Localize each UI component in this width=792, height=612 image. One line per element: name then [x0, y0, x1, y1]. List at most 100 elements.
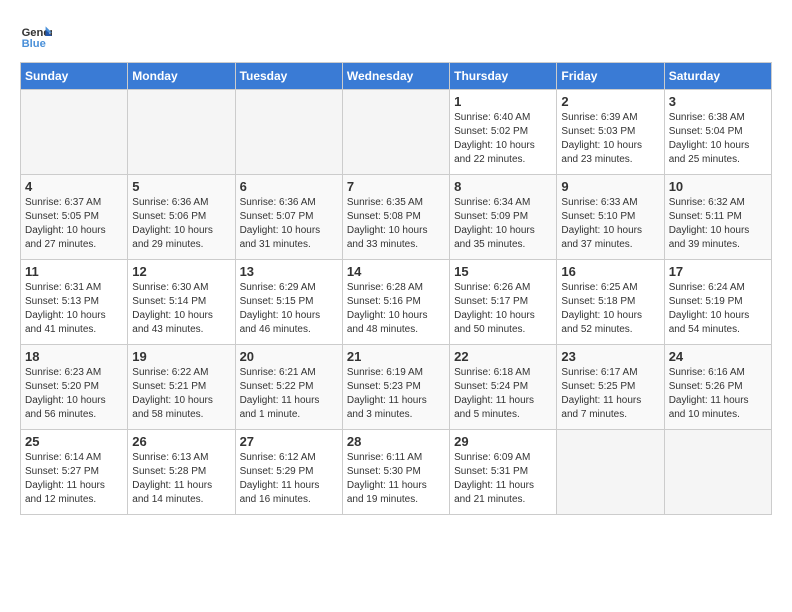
svg-text:Blue: Blue	[22, 38, 46, 50]
day-info: Sunrise: 6:31 AMSunset: 5:13 PMDaylight:…	[25, 281, 123, 337]
calendar-cell: 21 Sunrise: 6:19 AMSunset: 5:23 PMDayligh…	[342, 345, 449, 430]
day-info: Sunrise: 6:37 AMSunset: 5:05 PMDaylight:…	[25, 196, 123, 252]
calendar-cell: 22 Sunrise: 6:18 AMSunset: 5:24 PMDayligh…	[450, 345, 557, 430]
day-info: Sunrise: 6:34 AMSunset: 5:09 PMDaylight:…	[454, 196, 552, 252]
day-info: Sunrise: 6:12 AMSunset: 5:29 PMDaylight:…	[240, 451, 338, 507]
day-info: Sunrise: 6:28 AMSunset: 5:16 PMDaylight:…	[347, 281, 445, 337]
calendar-cell: 7 Sunrise: 6:35 AMSunset: 5:08 PMDaylight…	[342, 175, 449, 260]
calendar-cell	[235, 90, 342, 175]
calendar-cell: 28 Sunrise: 6:11 AMSunset: 5:30 PMDayligh…	[342, 430, 449, 515]
day-number: 2	[561, 94, 659, 109]
day-number: 14	[347, 264, 445, 279]
day-info: Sunrise: 6:19 AMSunset: 5:23 PMDaylight:…	[347, 366, 445, 422]
calendar-cell: 29 Sunrise: 6:09 AMSunset: 5:31 PMDayligh…	[450, 430, 557, 515]
day-info: Sunrise: 6:18 AMSunset: 5:24 PMDaylight:…	[454, 366, 552, 422]
calendar-body: 1Sunrise: 6:40 AMSunset: 5:02 PMDaylight…	[21, 90, 772, 515]
calendar-cell	[128, 90, 235, 175]
day-info: Sunrise: 6:30 AMSunset: 5:14 PMDaylight:…	[132, 281, 230, 337]
day-info: Sunrise: 6:21 AMSunset: 5:22 PMDaylight:…	[240, 366, 338, 422]
day-number: 26	[132, 434, 230, 449]
day-number: 6	[240, 179, 338, 194]
calendar-week-3: 11 Sunrise: 6:31 AMSunset: 5:13 PMDayligh…	[21, 260, 772, 345]
day-number: 16	[561, 264, 659, 279]
logo-icon: General Blue	[20, 20, 52, 52]
calendar-cell: 23 Sunrise: 6:17 AMSunset: 5:25 PMDayligh…	[557, 345, 664, 430]
calendar-cell: 20 Sunrise: 6:21 AMSunset: 5:22 PMDayligh…	[235, 345, 342, 430]
day-number: 23	[561, 349, 659, 364]
calendar-cell: 19 Sunrise: 6:22 AMSunset: 5:21 PMDayligh…	[128, 345, 235, 430]
day-number: 7	[347, 179, 445, 194]
day-info: Sunrise: 6:16 AMSunset: 5:26 PMDaylight:…	[669, 366, 767, 422]
weekday-header-thursday: Thursday	[450, 63, 557, 90]
calendar-cell	[557, 430, 664, 515]
day-number: 12	[132, 264, 230, 279]
day-info: Sunrise: 6:36 AMSunset: 5:06 PMDaylight:…	[132, 196, 230, 252]
weekday-header-monday: Monday	[128, 63, 235, 90]
day-number: 28	[347, 434, 445, 449]
day-info: Sunrise: 6:33 AMSunset: 5:10 PMDaylight:…	[561, 196, 659, 252]
calendar-cell: 4 Sunrise: 6:37 AMSunset: 5:05 PMDaylight…	[21, 175, 128, 260]
calendar-week-2: 4 Sunrise: 6:37 AMSunset: 5:05 PMDaylight…	[21, 175, 772, 260]
day-number: 22	[454, 349, 552, 364]
day-info: Sunrise: 6:38 AMSunset: 5:04 PMDaylight:…	[669, 111, 767, 167]
day-number: 21	[347, 349, 445, 364]
weekday-header-wednesday: Wednesday	[342, 63, 449, 90]
day-number: 27	[240, 434, 338, 449]
calendar-cell: 9 Sunrise: 6:33 AMSunset: 5:10 PMDaylight…	[557, 175, 664, 260]
day-number: 10	[669, 179, 767, 194]
calendar-cell: 5Sunrise: 6:36 AMSunset: 5:06 PMDaylight…	[128, 175, 235, 260]
calendar-cell: 26 Sunrise: 6:13 AMSunset: 5:28 PMDayligh…	[128, 430, 235, 515]
calendar-cell: 6 Sunrise: 6:36 AMSunset: 5:07 PMDaylight…	[235, 175, 342, 260]
day-info: Sunrise: 6:32 AMSunset: 5:11 PMDaylight:…	[669, 196, 767, 252]
calendar-cell: 3 Sunrise: 6:38 AMSunset: 5:04 PMDaylight…	[664, 90, 771, 175]
calendar-cell: 16 Sunrise: 6:25 AMSunset: 5:18 PMDayligh…	[557, 260, 664, 345]
day-number: 19	[132, 349, 230, 364]
calendar-cell	[21, 90, 128, 175]
calendar-week-1: 1Sunrise: 6:40 AMSunset: 5:02 PMDaylight…	[21, 90, 772, 175]
calendar-cell	[342, 90, 449, 175]
calendar-cell: 18Sunrise: 6:23 AMSunset: 5:20 PMDayligh…	[21, 345, 128, 430]
calendar-cell: 15Sunrise: 6:26 AMSunset: 5:17 PMDayligh…	[450, 260, 557, 345]
calendar-week-5: 25Sunrise: 6:14 AMSunset: 5:27 PMDayligh…	[21, 430, 772, 515]
day-number: 20	[240, 349, 338, 364]
day-number: 13	[240, 264, 338, 279]
calendar-cell: 12 Sunrise: 6:30 AMSunset: 5:14 PMDayligh…	[128, 260, 235, 345]
calendar-cell: 11 Sunrise: 6:31 AMSunset: 5:13 PMDayligh…	[21, 260, 128, 345]
page-header: General Blue	[20, 20, 772, 52]
calendar-cell: 8 Sunrise: 6:34 AMSunset: 5:09 PMDaylight…	[450, 175, 557, 260]
calendar-cell: 17Sunrise: 6:24 AMSunset: 5:19 PMDayligh…	[664, 260, 771, 345]
day-info: Sunrise: 6:35 AMSunset: 5:08 PMDaylight:…	[347, 196, 445, 252]
day-number: 4	[25, 179, 123, 194]
calendar-cell: 1Sunrise: 6:40 AMSunset: 5:02 PMDaylight…	[450, 90, 557, 175]
day-info: Sunrise: 6:29 AMSunset: 5:15 PMDaylight:…	[240, 281, 338, 337]
day-number: 24	[669, 349, 767, 364]
weekday-header-sunday: Sunday	[21, 63, 128, 90]
day-info: Sunrise: 6:17 AMSunset: 5:25 PMDaylight:…	[561, 366, 659, 422]
day-number: 17	[669, 264, 767, 279]
day-info: Sunrise: 6:13 AMSunset: 5:28 PMDaylight:…	[132, 451, 230, 507]
weekday-header-row: SundayMondayTuesdayWednesdayThursdayFrid…	[21, 63, 772, 90]
calendar-table: SundayMondayTuesdayWednesdayThursdayFrid…	[20, 62, 772, 515]
logo: General Blue	[20, 20, 52, 52]
day-info: Sunrise: 6:09 AMSunset: 5:31 PMDaylight:…	[454, 451, 552, 507]
weekday-header-saturday: Saturday	[664, 63, 771, 90]
weekday-header-friday: Friday	[557, 63, 664, 90]
calendar-cell: 25Sunrise: 6:14 AMSunset: 5:27 PMDayligh…	[21, 430, 128, 515]
day-info: Sunrise: 6:11 AMSunset: 5:30 PMDaylight:…	[347, 451, 445, 507]
day-info: Sunrise: 6:25 AMSunset: 5:18 PMDaylight:…	[561, 281, 659, 337]
day-number: 25	[25, 434, 123, 449]
day-number: 29	[454, 434, 552, 449]
calendar-week-4: 18Sunrise: 6:23 AMSunset: 5:20 PMDayligh…	[21, 345, 772, 430]
calendar-cell: 24 Sunrise: 6:16 AMSunset: 5:26 PMDayligh…	[664, 345, 771, 430]
day-number: 3	[669, 94, 767, 109]
calendar-cell: 10 Sunrise: 6:32 AMSunset: 5:11 PMDayligh…	[664, 175, 771, 260]
day-number: 9	[561, 179, 659, 194]
day-info: Sunrise: 6:22 AMSunset: 5:21 PMDaylight:…	[132, 366, 230, 422]
day-info: Sunrise: 6:39 AMSunset: 5:03 PMDaylight:…	[561, 111, 659, 167]
day-info: Sunrise: 6:40 AMSunset: 5:02 PMDaylight:…	[454, 111, 552, 167]
day-number: 8	[454, 179, 552, 194]
weekday-header-tuesday: Tuesday	[235, 63, 342, 90]
day-info: Sunrise: 6:36 AMSunset: 5:07 PMDaylight:…	[240, 196, 338, 252]
day-info: Sunrise: 6:23 AMSunset: 5:20 PMDaylight:…	[25, 366, 123, 422]
day-number: 11	[25, 264, 123, 279]
